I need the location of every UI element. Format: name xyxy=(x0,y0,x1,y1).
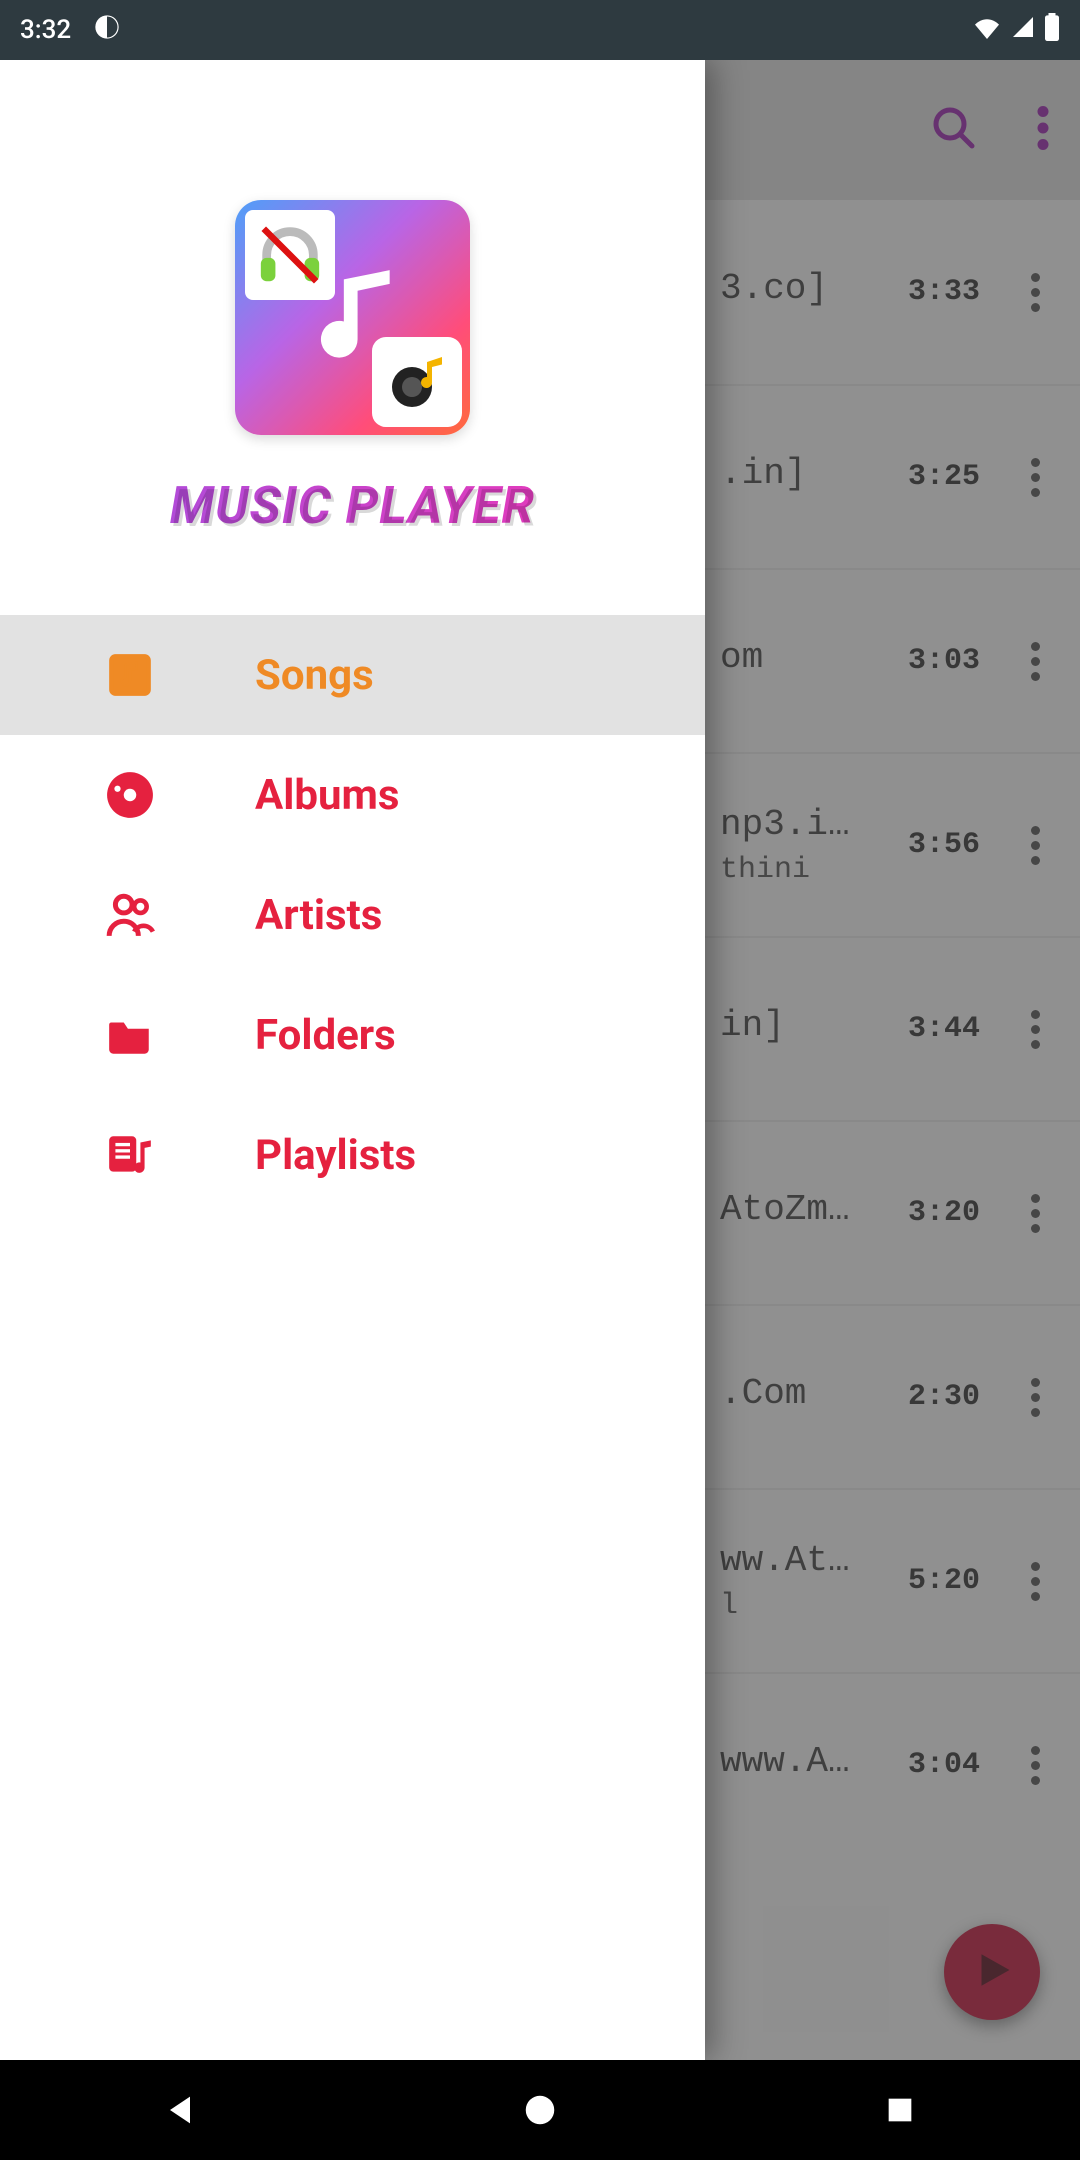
drawer-item-playlists[interactable]: Playlists xyxy=(0,1095,705,1215)
play-fab[interactable] xyxy=(944,1924,1040,2020)
song-duration: 3:25 xyxy=(895,460,980,494)
app-indicator-icon xyxy=(93,13,121,48)
song-duration: 3:04 xyxy=(895,1748,980,1782)
drawer-header: MUSIC PLAYER xyxy=(0,60,705,615)
drawer-item-label: Songs xyxy=(255,651,374,700)
song-duration: 3:20 xyxy=(895,1196,980,1230)
song-duration: 5:20 xyxy=(895,1564,980,1598)
song-more-icon[interactable] xyxy=(1010,1562,1060,1601)
song-more-icon[interactable] xyxy=(1010,1378,1060,1417)
song-title: www.Ato… xyxy=(720,1741,865,1782)
app-logo xyxy=(235,200,470,435)
drawer-item-folders[interactable]: Folders xyxy=(0,975,705,1095)
song-title: .Com xyxy=(720,1373,865,1414)
song-duration: 3:33 xyxy=(895,275,980,309)
song-more-icon[interactable] xyxy=(1010,458,1060,497)
drawer-item-label: Playlists xyxy=(255,1131,416,1180)
song-duration: 3:56 xyxy=(895,828,980,862)
more-vert-icon[interactable] xyxy=(1036,106,1050,154)
artists-icon xyxy=(105,890,155,940)
song-duration: 2:30 xyxy=(895,1380,980,1414)
song-more-icon[interactable] xyxy=(1010,826,1060,865)
drawer-item-albums[interactable]: Albums xyxy=(0,735,705,855)
speaker-icon xyxy=(372,337,462,427)
screen: 3.co] 3:33 .in] 3:25 om 3:03 xyxy=(0,60,1080,2060)
home-button[interactable] xyxy=(480,2080,600,2140)
song-duration: 3:03 xyxy=(895,644,980,678)
status-left: 3:32 xyxy=(20,13,121,48)
status-time: 3:32 xyxy=(20,15,71,45)
song-title: in] xyxy=(720,1005,865,1046)
song-title: om xyxy=(720,637,865,678)
playlists-icon xyxy=(105,1130,155,1180)
status-bar: 3:32 xyxy=(0,0,1080,60)
song-title: 3.co] xyxy=(720,268,865,309)
song-subtitle: l xyxy=(720,1589,865,1623)
song-title: AtoZmp3… xyxy=(720,1189,865,1230)
app-name: MUSIC PLAYER xyxy=(170,475,535,536)
folders-icon xyxy=(105,1010,155,1060)
song-more-icon[interactable] xyxy=(1010,273,1060,312)
song-title: .in] xyxy=(720,453,865,494)
drawer-item-artists[interactable]: Artists xyxy=(0,855,705,975)
search-icon[interactable] xyxy=(930,104,978,156)
back-button[interactable] xyxy=(120,2080,240,2140)
navigation-drawer[interactable]: MUSIC PLAYER Songs Albums Artists xyxy=(0,60,705,2060)
albums-icon xyxy=(105,770,155,820)
drawer-item-label: Artists xyxy=(255,891,382,940)
song-title: ww.AtoZ… xyxy=(720,1540,865,1581)
drawer-item-label: Albums xyxy=(255,771,399,820)
wifi-icon xyxy=(972,15,1002,46)
play-icon xyxy=(971,1949,1013,1995)
recent-apps-button[interactable] xyxy=(840,2080,960,2140)
song-more-icon[interactable] xyxy=(1010,642,1060,681)
song-duration: 3:44 xyxy=(895,1012,980,1046)
system-nav-bar xyxy=(0,2060,1080,2160)
status-right xyxy=(972,13,1060,48)
drawer-item-songs[interactable]: Songs xyxy=(0,615,705,735)
song-more-icon[interactable] xyxy=(1010,1746,1060,1785)
song-more-icon[interactable] xyxy=(1010,1010,1060,1049)
song-more-icon[interactable] xyxy=(1010,1194,1060,1233)
battery-icon xyxy=(1044,13,1060,48)
song-subtitle: thini xyxy=(720,853,865,887)
drawer-items: Songs Albums Artists Folders xyxy=(0,615,705,1215)
songs-icon xyxy=(105,650,155,700)
song-title: np3.in] xyxy=(720,804,865,845)
cell-signal-icon xyxy=(1010,15,1036,46)
drawer-item-label: Folders xyxy=(255,1011,396,1060)
